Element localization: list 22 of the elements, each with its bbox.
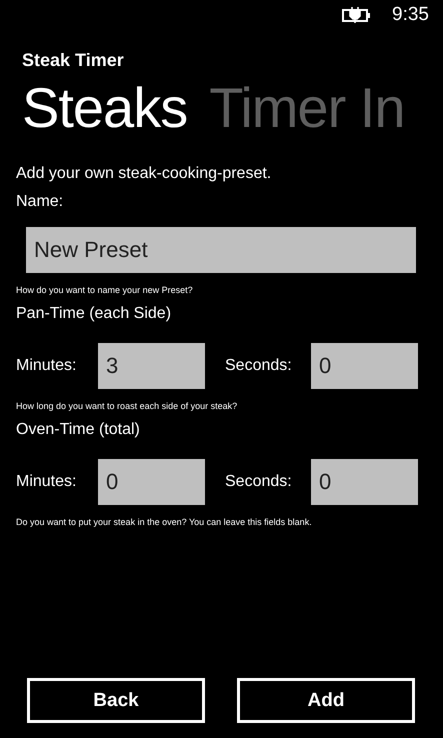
hint-text: Do you want to put your steak in the oven? You can leave this fields blank. [16,517,313,527]
action-button[interactable]: Back [27,678,205,723]
minutes-field[interactable]: 0 [98,459,205,505]
clock-time: 9:35 [392,4,429,26]
pivot-tab[interactable]: Steaks [22,73,188,143]
seconds-field[interactable]: 0 [311,459,418,505]
seconds-field[interactable]: 0 [311,343,418,389]
minutes-field[interactable]: 3 [98,343,205,389]
app-title: Steak Timer [22,50,125,71]
field-label: Seconds: [225,473,293,491]
action-button[interactable]: Add [237,678,415,723]
battery-charging-icon [342,7,372,23]
hint-text: How do you want to name your new Preset? [16,285,194,295]
intro-text: Add your own steak-cooking-preset. [16,165,272,183]
field-label: Name: [16,193,64,211]
field-label: Seconds: [225,357,293,375]
name-field[interactable]: New Preset [26,227,416,273]
section-title: Oven-Time (total) [16,421,141,439]
field-label: Minutes: [16,357,78,375]
hint-text: How long do you want to roast each side of your steak? [16,401,238,411]
section-title: Pan-Time (each Side) [16,305,172,323]
field-label: Minutes: [16,473,78,491]
